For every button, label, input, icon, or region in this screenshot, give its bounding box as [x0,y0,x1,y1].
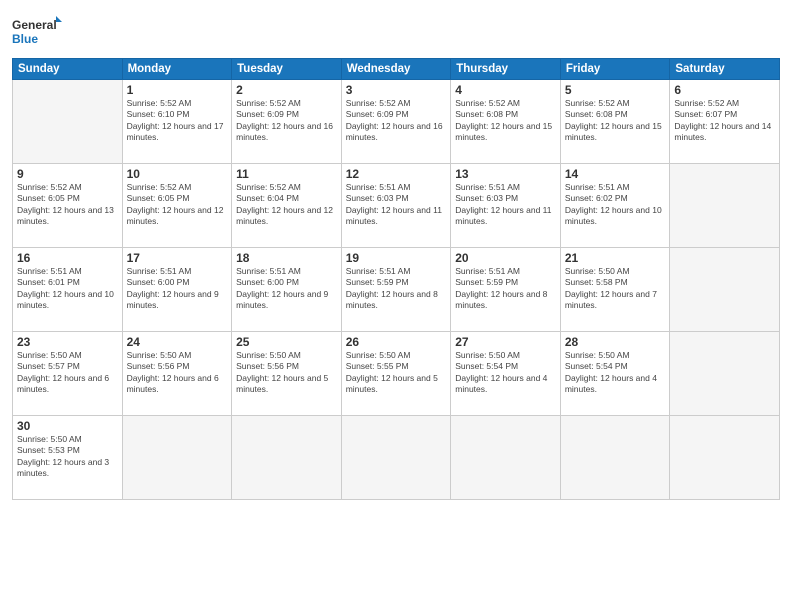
day-number: 14 [565,167,666,181]
day-number: 18 [236,251,337,265]
calendar-cell: 26 Sunrise: 5:50 AM Sunset: 5:55 PM Dayl… [341,332,451,416]
day-info: Sunrise: 5:52 AM Sunset: 6:04 PM Dayligh… [236,182,337,228]
calendar-cell: 28 Sunrise: 5:50 AM Sunset: 5:54 PM Dayl… [560,332,670,416]
calendar-cell: 13 Sunrise: 5:51 AM Sunset: 6:03 PM Dayl… [451,164,561,248]
calendar-cell [13,80,123,164]
calendar-cell: 5 Sunrise: 5:52 AM Sunset: 6:08 PM Dayli… [560,80,670,164]
day-info: Sunrise: 5:51 AM Sunset: 6:02 PM Dayligh… [565,182,666,228]
calendar-cell: 21 Sunrise: 5:50 AM Sunset: 5:58 PM Dayl… [560,248,670,332]
day-of-week-header: Sunday [13,59,123,80]
day-info: Sunrise: 5:52 AM Sunset: 6:07 PM Dayligh… [674,98,775,144]
logo: General Blue [12,14,62,50]
day-number: 28 [565,335,666,349]
day-info: Sunrise: 5:50 AM Sunset: 5:55 PM Dayligh… [346,350,447,396]
calendar-cell [670,164,780,248]
calendar-cell [341,416,451,500]
day-info: Sunrise: 5:50 AM Sunset: 5:58 PM Dayligh… [565,266,666,312]
calendar-cell: 20 Sunrise: 5:51 AM Sunset: 5:59 PM Dayl… [451,248,561,332]
calendar-table: SundayMondayTuesdayWednesdayThursdayFrid… [12,58,780,500]
day-number: 4 [455,83,556,97]
day-of-week-header: Wednesday [341,59,451,80]
calendar-cell: 27 Sunrise: 5:50 AM Sunset: 5:54 PM Dayl… [451,332,561,416]
day-info: Sunrise: 5:52 AM Sunset: 6:08 PM Dayligh… [565,98,666,144]
calendar-cell [670,248,780,332]
calendar-cell [122,416,232,500]
calendar-cell: 11 Sunrise: 5:52 AM Sunset: 6:04 PM Dayl… [232,164,342,248]
day-info: Sunrise: 5:51 AM Sunset: 5:59 PM Dayligh… [455,266,556,312]
day-number: 2 [236,83,337,97]
day-info: Sunrise: 5:50 AM Sunset: 5:56 PM Dayligh… [127,350,228,396]
calendar-cell: 25 Sunrise: 5:50 AM Sunset: 5:56 PM Dayl… [232,332,342,416]
day-number: 21 [565,251,666,265]
calendar-cell [560,416,670,500]
day-info: Sunrise: 5:51 AM Sunset: 5:59 PM Dayligh… [346,266,447,312]
day-number: 25 [236,335,337,349]
calendar-cell: 10 Sunrise: 5:52 AM Sunset: 6:05 PM Dayl… [122,164,232,248]
day-number: 27 [455,335,556,349]
calendar-cell: 1 Sunrise: 5:52 AM Sunset: 6:10 PM Dayli… [122,80,232,164]
day-info: Sunrise: 5:52 AM Sunset: 6:05 PM Dayligh… [127,182,228,228]
day-info: Sunrise: 5:50 AM Sunset: 5:53 PM Dayligh… [17,434,118,480]
day-info: Sunrise: 5:50 AM Sunset: 5:57 PM Dayligh… [17,350,118,396]
day-info: Sunrise: 5:52 AM Sunset: 6:10 PM Dayligh… [127,98,228,144]
calendar-container: General Blue SundayMondayTuesdayWednesda… [0,0,792,612]
calendar-cell: 14 Sunrise: 5:51 AM Sunset: 6:02 PM Dayl… [560,164,670,248]
day-number: 24 [127,335,228,349]
calendar-cell [670,332,780,416]
day-number: 12 [346,167,447,181]
day-info: Sunrise: 5:52 AM Sunset: 6:09 PM Dayligh… [346,98,447,144]
day-info: Sunrise: 5:51 AM Sunset: 6:00 PM Dayligh… [236,266,337,312]
day-of-week-header: Saturday [670,59,780,80]
calendar-cell: 30 Sunrise: 5:50 AM Sunset: 5:53 PM Dayl… [13,416,123,500]
header: General Blue [12,10,780,50]
day-number: 11 [236,167,337,181]
calendar-cell: 23 Sunrise: 5:50 AM Sunset: 5:57 PM Dayl… [13,332,123,416]
day-info: Sunrise: 5:50 AM Sunset: 5:54 PM Dayligh… [455,350,556,396]
day-of-week-header: Tuesday [232,59,342,80]
calendar-cell [451,416,561,500]
day-info: Sunrise: 5:52 AM Sunset: 6:09 PM Dayligh… [236,98,337,144]
day-info: Sunrise: 5:51 AM Sunset: 6:01 PM Dayligh… [17,266,118,312]
day-number: 26 [346,335,447,349]
day-number: 23 [17,335,118,349]
day-of-week-header: Friday [560,59,670,80]
day-info: Sunrise: 5:51 AM Sunset: 6:03 PM Dayligh… [346,182,447,228]
calendar-cell: 18 Sunrise: 5:51 AM Sunset: 6:00 PM Dayl… [232,248,342,332]
svg-text:General: General [12,18,57,32]
day-of-week-header: Thursday [451,59,561,80]
day-number: 16 [17,251,118,265]
calendar-cell [232,416,342,500]
calendar-cell: 4 Sunrise: 5:52 AM Sunset: 6:08 PM Dayli… [451,80,561,164]
calendar-cell: 6 Sunrise: 5:52 AM Sunset: 6:07 PM Dayli… [670,80,780,164]
day-number: 6 [674,83,775,97]
logo-icon: General Blue [12,14,62,50]
calendar-cell [670,416,780,500]
calendar-cell: 9 Sunrise: 5:52 AM Sunset: 6:05 PM Dayli… [13,164,123,248]
calendar-cell: 12 Sunrise: 5:51 AM Sunset: 6:03 PM Dayl… [341,164,451,248]
calendar-cell: 24 Sunrise: 5:50 AM Sunset: 5:56 PM Dayl… [122,332,232,416]
day-info: Sunrise: 5:50 AM Sunset: 5:54 PM Dayligh… [565,350,666,396]
day-number: 30 [17,419,118,433]
day-number: 3 [346,83,447,97]
day-number: 10 [127,167,228,181]
calendar-cell: 3 Sunrise: 5:52 AM Sunset: 6:09 PM Dayli… [341,80,451,164]
day-number: 9 [17,167,118,181]
day-number: 17 [127,251,228,265]
day-info: Sunrise: 5:50 AM Sunset: 5:56 PM Dayligh… [236,350,337,396]
day-number: 20 [455,251,556,265]
calendar-cell: 19 Sunrise: 5:51 AM Sunset: 5:59 PM Dayl… [341,248,451,332]
day-info: Sunrise: 5:52 AM Sunset: 6:05 PM Dayligh… [17,182,118,228]
calendar-cell: 17 Sunrise: 5:51 AM Sunset: 6:00 PM Dayl… [122,248,232,332]
calendar-cell: 2 Sunrise: 5:52 AM Sunset: 6:09 PM Dayli… [232,80,342,164]
day-of-week-header: Monday [122,59,232,80]
day-number: 1 [127,83,228,97]
day-info: Sunrise: 5:51 AM Sunset: 6:00 PM Dayligh… [127,266,228,312]
svg-text:Blue: Blue [12,32,38,46]
calendar-cell: 16 Sunrise: 5:51 AM Sunset: 6:01 PM Dayl… [13,248,123,332]
day-info: Sunrise: 5:51 AM Sunset: 6:03 PM Dayligh… [455,182,556,228]
day-number: 19 [346,251,447,265]
day-number: 13 [455,167,556,181]
day-info: Sunrise: 5:52 AM Sunset: 6:08 PM Dayligh… [455,98,556,144]
day-number: 5 [565,83,666,97]
